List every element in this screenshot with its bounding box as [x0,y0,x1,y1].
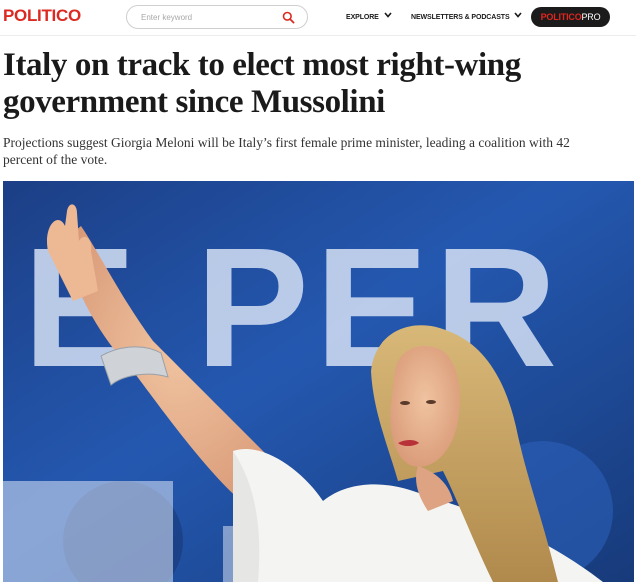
article-dek: Projections suggest Giorgia Meloni will … [3,135,570,167]
chevron-down-icon [514,11,522,23]
pro-badge-suffix: PRO [581,12,601,22]
politico-logo[interactable]: POLITICO [3,6,81,26]
hero-photo: E PER [3,181,634,582]
search-icon[interactable] [282,11,295,24]
hero-image: E PER [3,181,634,582]
nav-explore-label: EXPLORE [346,13,379,21]
nav-newsletters-podcasts[interactable]: NEWSLETTERS & PODCASTS [411,11,522,25]
search-box[interactable] [126,5,308,29]
chevron-down-icon [384,11,392,23]
nav-newsletters-label: NEWSLETTERS & PODCASTS [411,13,510,21]
pro-badge-brand: POLITICO [540,12,582,22]
nav-explore[interactable]: EXPLORE [346,11,392,25]
article-headline: Italy on track to elect most right-wing … [3,47,521,120]
politico-pro-button[interactable]: POLITICOPRO [531,7,610,27]
site-header: POLITICO EXPLORE NEWSLETTERS & PODCASTS … [0,0,636,36]
search-input[interactable] [141,10,271,25]
